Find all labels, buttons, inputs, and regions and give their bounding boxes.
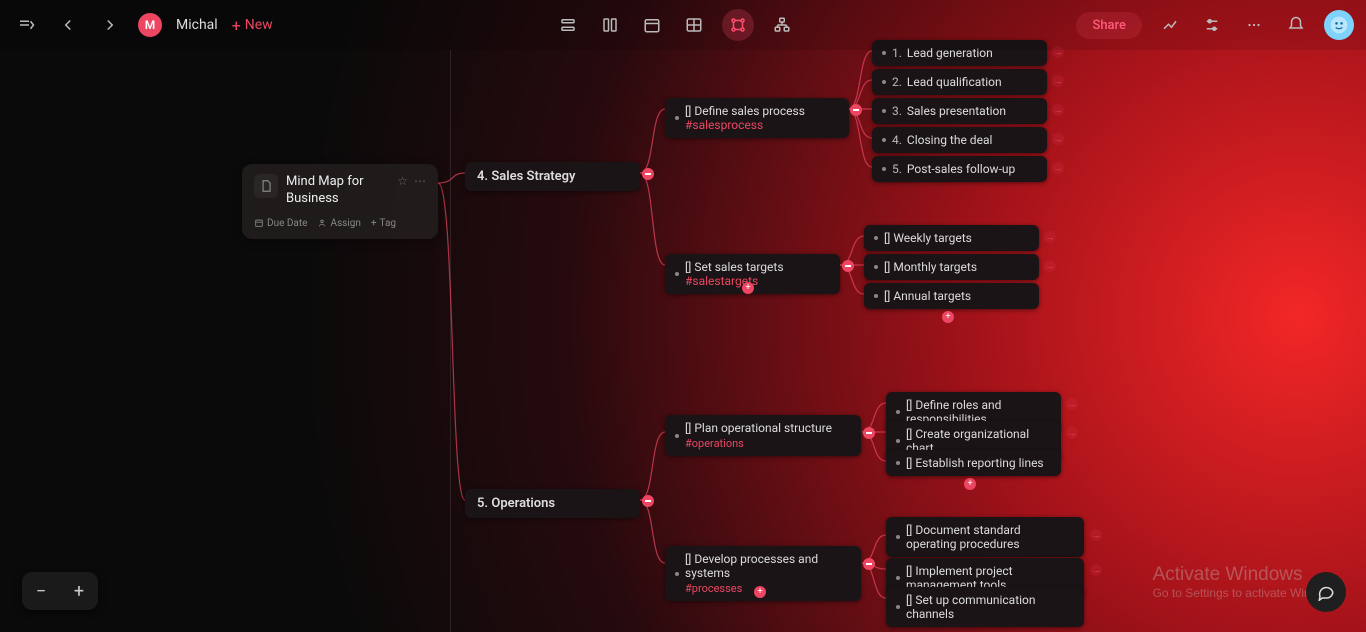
user-initial: M (138, 13, 162, 37)
bullet-icon (675, 116, 679, 120)
collapse-handle[interactable] (863, 427, 875, 439)
chat-button[interactable] (1306, 572, 1346, 612)
collapse-handle[interactable] (842, 260, 854, 272)
plus-icon: + (232, 16, 241, 35)
new-button[interactable]: + New (232, 16, 273, 35)
expand-handle[interactable] (1044, 260, 1056, 272)
back-icon[interactable] (54, 11, 82, 39)
expand-handle[interactable] (1090, 564, 1102, 576)
collapse-handle[interactable] (642, 168, 654, 180)
collapse-handle[interactable] (642, 495, 654, 507)
node-sales-presentation[interactable]: 3. Sales presentation (872, 98, 1047, 124)
settings-slider-icon[interactable] (1198, 11, 1226, 39)
node-annual-targets[interactable]: [] Annual targets (864, 283, 1039, 309)
view-table-icon[interactable] (680, 11, 708, 39)
root-title: Mind Map for Business (286, 174, 389, 208)
view-calendar-icon[interactable] (638, 11, 666, 39)
expand-handle[interactable] (1052, 75, 1064, 87)
expand-handle[interactable] (1066, 427, 1078, 439)
hashtag: #processes (685, 582, 851, 595)
node-define-sales-process[interactable]: [] Define sales process #salesprocess (665, 98, 849, 138)
assign-meta[interactable]: Assign (317, 218, 360, 229)
username[interactable]: Michal (176, 17, 218, 33)
add-child-handle[interactable] (742, 282, 754, 294)
bullet-icon (675, 272, 679, 276)
analytics-icon[interactable] (1156, 11, 1184, 39)
add-child-handle[interactable] (942, 311, 954, 323)
notification-icon[interactable] (1282, 11, 1310, 39)
expand-handle[interactable] (1052, 104, 1064, 116)
node-comm-channels[interactable]: [] Set up communication channels (886, 587, 1084, 627)
more-icon[interactable] (1240, 11, 1268, 39)
view-list-icon[interactable] (554, 11, 582, 39)
expand-handle[interactable] (1066, 398, 1078, 410)
node-monthly-targets[interactable]: [] Monthly targets (864, 254, 1039, 280)
expand-handle[interactable] (1052, 133, 1064, 145)
expand-handle[interactable] (1044, 231, 1056, 243)
hashtag: #salesprocess (685, 118, 763, 132)
node-reporting-lines[interactable]: [] Establish reporting lines (886, 450, 1061, 476)
node-sop[interactable]: [] Document standard operating procedure… (886, 517, 1084, 557)
avatar[interactable] (1324, 10, 1354, 40)
tag-meta[interactable]: + Tag (371, 218, 396, 229)
mindmap-canvas[interactable]: Mind Map for Business ☆ ⋯ Due Date Assig… (0, 50, 1366, 632)
root-node-card[interactable]: Mind Map for Business ☆ ⋯ Due Date Assig… (242, 164, 438, 239)
star-icon[interactable]: ☆ (397, 174, 408, 188)
document-icon (254, 174, 278, 198)
expand-handle[interactable] (1090, 529, 1102, 541)
add-child-handle[interactable] (754, 586, 766, 598)
view-org-icon[interactable] (768, 11, 796, 39)
card-more-icon[interactable]: ⋯ (414, 174, 426, 188)
vertical-guideline (450, 50, 451, 632)
collapse-handle[interactable] (850, 104, 862, 116)
new-label: New (245, 17, 273, 33)
hashtag: #operations (685, 437, 832, 450)
node-plan-operational-structure[interactable]: [] Plan operational structure #operation… (665, 415, 861, 456)
node-operations[interactable]: 5. Operations (465, 489, 640, 518)
share-button[interactable]: Share (1076, 12, 1142, 39)
zoom-in-button[interactable]: + (60, 572, 98, 610)
topbar: M Michal + New Share (0, 0, 1366, 50)
node-sales-strategy[interactable]: 4. Sales Strategy (465, 162, 640, 191)
node-post-sales[interactable]: 5. Post-sales follow-up (872, 156, 1047, 182)
collapse-handle[interactable] (863, 558, 875, 570)
due-date-meta[interactable]: Due Date (254, 218, 307, 229)
forward-icon[interactable] (96, 11, 124, 39)
view-board-icon[interactable] (596, 11, 624, 39)
zoom-controls: − + (22, 572, 98, 610)
view-mindmap-icon[interactable] (722, 9, 754, 41)
add-child-handle[interactable] (964, 478, 976, 490)
collapse-sidebar-icon[interactable] (12, 11, 40, 39)
expand-handle[interactable] (1052, 162, 1064, 174)
node-lead-qualification[interactable]: 2. Lead qualification (872, 69, 1047, 95)
node-weekly-targets[interactable]: [] Weekly targets (864, 225, 1039, 251)
node-closing-deal[interactable]: 4. Closing the deal (872, 127, 1047, 153)
zoom-out-button[interactable]: − (22, 572, 60, 610)
